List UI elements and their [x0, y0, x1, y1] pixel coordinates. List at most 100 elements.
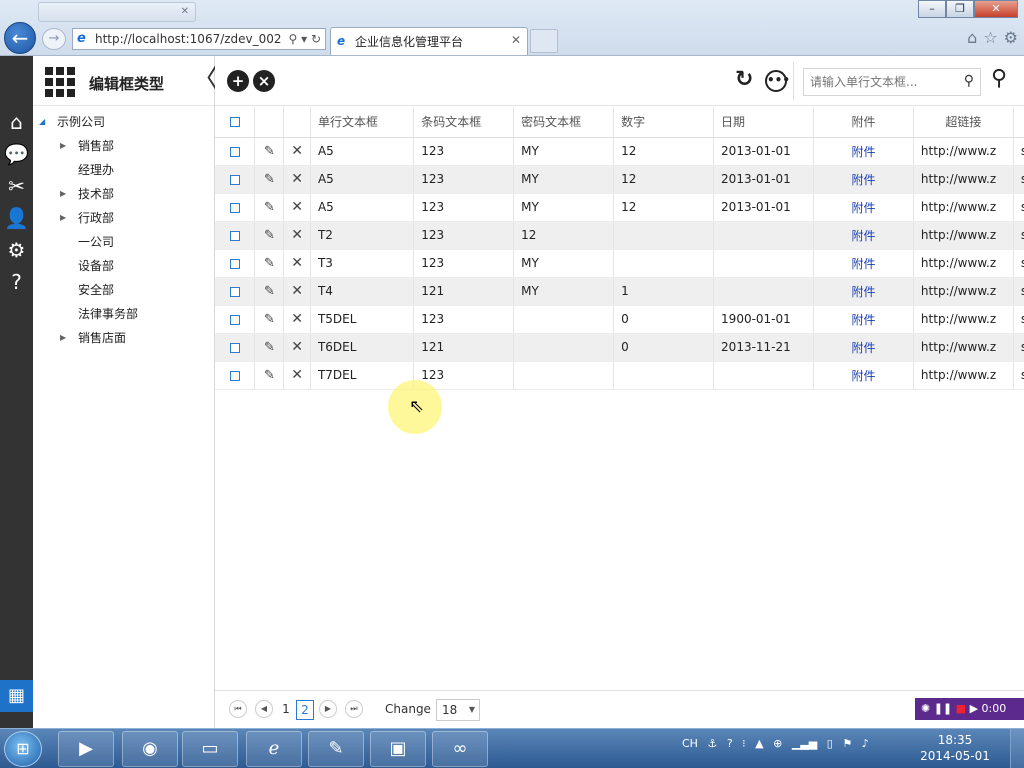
browser-tab-active[interactable]: e 企业信息化管理平台 ✕: [330, 27, 528, 55]
row-checkbox[interactable]: [229, 370, 240, 381]
column-header[interactable]: 超链接: [913, 107, 1014, 138]
delete-x-icon[interactable]: ✕: [291, 143, 303, 159]
attachment-link[interactable]: 附件: [813, 277, 914, 306]
maximize-button[interactable]: ❐: [946, 0, 974, 18]
tree-node[interactable]: 法律事务部: [33, 302, 214, 326]
tree-node[interactable]: ▶ 行政部: [33, 206, 214, 230]
edit-pencil-icon[interactable]: ✎: [264, 340, 275, 355]
table-row[interactable]: ✎ ✕ T5DEL123 01900-01-01附件http://www.zsales…: [215, 305, 1024, 334]
tree-node[interactable]: ▶ 技术部: [33, 182, 214, 206]
hyperlink-cell[interactable]: http://www.z: [913, 249, 1014, 278]
attachment-link[interactable]: 附件: [813, 361, 914, 390]
attachment-link[interactable]: 附件: [813, 137, 914, 166]
new-tab-button[interactable]: [530, 29, 558, 53]
expand-triangle-icon[interactable]: ▶: [60, 134, 66, 158]
chrome-icon[interactable]: ◉: [122, 731, 178, 767]
internet-explorer-icon[interactable]: ℯ: [246, 731, 302, 767]
edit-pencil-icon[interactable]: ✎: [264, 368, 275, 383]
column-header[interactable]: 邮箱: [1013, 107, 1024, 138]
row-checkbox[interactable]: [229, 286, 240, 297]
volume-icon[interactable]: ♪: [862, 737, 869, 750]
flag-icon[interactable]: ⚑: [842, 737, 852, 750]
help-icon[interactable]: ?: [0, 266, 33, 298]
hyperlink-cell[interactable]: http://www.z: [913, 137, 1014, 166]
more-options-icon[interactable]: •••: [765, 70, 790, 92]
tree-node[interactable]: ▶ 销售部: [33, 134, 214, 158]
attachment-link[interactable]: 附件: [813, 305, 914, 334]
anchor-icon[interactable]: ⚓: [707, 737, 717, 750]
email-cell[interactable]: sales@zooms: [1013, 249, 1024, 278]
attachment-link[interactable]: 附件: [813, 193, 914, 222]
row-checkbox[interactable]: [229, 202, 240, 213]
refresh-icon[interactable]: ↻: [735, 67, 753, 92]
lang-indicator[interactable]: CH: [682, 737, 698, 750]
toolbox-icon[interactable]: ▣: [370, 731, 426, 767]
search-icon[interactable]: ⚲: [964, 73, 974, 89]
edit-pencil-icon[interactable]: ✎: [264, 312, 275, 327]
file-explorer-icon[interactable]: ▭: [182, 731, 238, 767]
close-tab-icon[interactable]: ✕: [511, 33, 521, 47]
row-checkbox[interactable]: [229, 230, 240, 241]
delete-circle-icon[interactable]: ×: [253, 70, 275, 92]
settings-gear-icon[interactable]: ⚙: [1004, 28, 1018, 47]
device-icon[interactable]: ▯: [827, 737, 833, 750]
hyperlink-cell[interactable]: http://www.z: [913, 165, 1014, 194]
prev-page-icon[interactable]: ◀: [255, 700, 273, 718]
delete-x-icon[interactable]: ✕: [291, 171, 303, 187]
email-cell[interactable]: sales@zooms: [1013, 277, 1024, 306]
table-row[interactable]: ✎ ✕ T212312 附件http://www.zsales@zooms: [215, 221, 1024, 250]
first-page-icon[interactable]: ⏮: [229, 700, 247, 718]
add-icon[interactable]: +: [227, 70, 249, 92]
home-icon[interactable]: ⌂: [0, 106, 33, 138]
background-window-tab[interactable]: ✕: [38, 2, 196, 22]
hyperlink-cell[interactable]: http://www.z: [913, 193, 1014, 222]
delete-x-icon[interactable]: ✕: [291, 339, 303, 355]
media-player-icon[interactable]: ▶: [58, 731, 114, 767]
delete-x-icon[interactable]: ✕: [291, 283, 303, 299]
expanded-triangle-icon[interactable]: ◢: [39, 110, 45, 134]
edit-pencil-icon[interactable]: ✎: [264, 256, 275, 271]
add-tray-icon[interactable]: ⊕: [773, 737, 782, 750]
hyperlink-cell[interactable]: http://www.z: [913, 361, 1014, 390]
email-cell[interactable]: sales@zooms: [1013, 221, 1024, 250]
delete-x-icon[interactable]: ✕: [291, 367, 303, 383]
table-row[interactable]: ✎ ✕ T3123MY 附件http://www.zsales@zooms: [215, 249, 1024, 278]
address-bar[interactable]: e http://localhost:1067/zdev_002 ⚲ ▾ ↻: [72, 28, 326, 50]
advanced-search-icon[interactable]: ⚲: [991, 66, 1007, 91]
table-row[interactable]: ✎ ✕ T4121MY1 附件http://www.zsales@zooms: [215, 277, 1024, 306]
attachment-link[interactable]: 附件: [813, 249, 914, 278]
edit-pencil-icon[interactable]: ✎: [264, 144, 275, 159]
notepad-icon[interactable]: ✎: [308, 731, 364, 767]
home-icon[interactable]: ⌂: [967, 28, 977, 47]
email-cell[interactable]: sales@zooms: [1013, 361, 1024, 390]
page-number-current[interactable]: 2: [296, 700, 314, 720]
pause-icon[interactable]: ❚❚: [934, 702, 952, 715]
table-row[interactable]: ✎ ✕ A5123MY122013-01-01附件http://www.zsales…: [215, 137, 1024, 166]
row-checkbox[interactable]: [229, 314, 240, 325]
delete-x-icon[interactable]: ✕: [291, 311, 303, 327]
tree-node[interactable]: 经理办: [33, 158, 214, 182]
app-grid-icon[interactable]: ▦: [0, 680, 33, 712]
tree-root-node[interactable]: ◢ 示例公司: [33, 110, 214, 134]
tree-node[interactable]: 安全部: [33, 278, 214, 302]
favorites-star-icon[interactable]: ☆: [983, 28, 997, 47]
page-number[interactable]: 1: [277, 700, 295, 720]
stop-icon[interactable]: ■: [956, 702, 966, 715]
delete-x-icon[interactable]: ✕: [291, 199, 303, 215]
signal-icon[interactable]: ▁▃▅: [792, 737, 817, 750]
attachment-link[interactable]: 附件: [813, 333, 914, 362]
hyperlink-cell[interactable]: http://www.z: [913, 333, 1014, 362]
row-checkbox[interactable]: [229, 174, 240, 185]
refresh-icon[interactable]: ↻: [311, 32, 321, 46]
table-row[interactable]: ✎ ✕ A5123MY122013-01-01附件http://www.zsales…: [215, 165, 1024, 194]
table-row[interactable]: ✎ ✕ A5123MY122013-01-01附件http://www.zsales…: [215, 193, 1024, 222]
edit-pencil-icon[interactable]: ✎: [264, 284, 275, 299]
edit-pencil-icon[interactable]: ✎: [264, 228, 275, 243]
hyperlink-cell[interactable]: http://www.z: [913, 221, 1014, 250]
search-icon[interactable]: ⚲: [288, 32, 297, 46]
clock[interactable]: 18:35 2014-05-01: [920, 732, 990, 764]
column-header[interactable]: 密码文本框: [513, 107, 615, 138]
start-button[interactable]: ⊞: [4, 731, 42, 767]
help-icon[interactable]: ?: [727, 737, 733, 750]
row-checkbox[interactable]: [229, 342, 240, 353]
